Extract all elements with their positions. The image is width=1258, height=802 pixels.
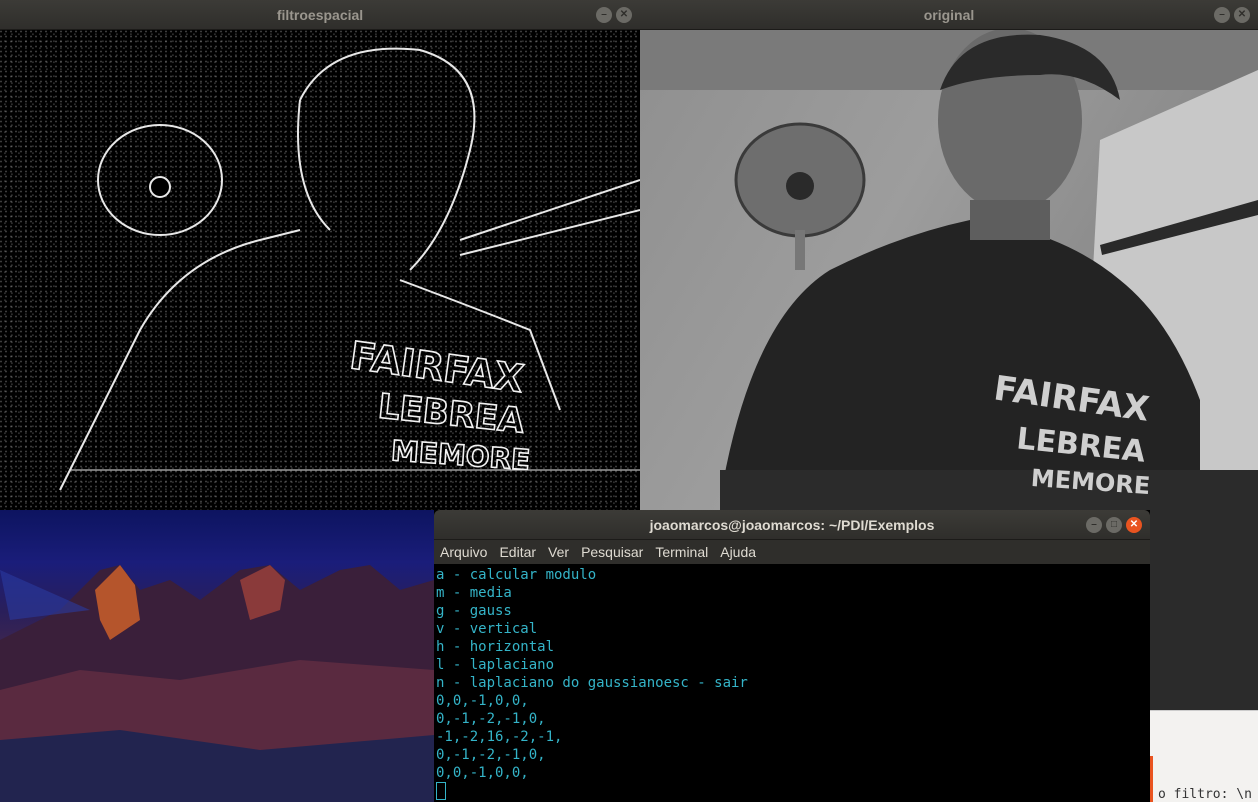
terminal-line: -1,-2,16,-2,-1,	[436, 729, 563, 745]
terminal-line: 0,-1,-2,-1,0,	[436, 711, 546, 727]
minimize-icon[interactable]: –	[1214, 7, 1230, 23]
background-editor-window[interactable]: o filtro: \n	[1150, 510, 1258, 802]
terminal-line: g - gauss	[436, 603, 512, 619]
original-window-title: original	[923, 6, 975, 23]
terminal-line: h - horizontal	[436, 639, 555, 655]
edge-outline: FAIRFAX LEBREA MEMORE	[59, 47, 640, 491]
maximize-icon[interactable]: □	[1106, 517, 1122, 533]
menu-arquivo[interactable]: Arquivo	[434, 544, 493, 560]
terminal-line: 0,-1,-2,-1,0,	[436, 747, 546, 763]
menu-pesquisar[interactable]: Pesquisar	[575, 544, 649, 560]
editor-code-snippet: o filtro: \n	[1158, 787, 1252, 802]
terminal-line: a - calcular modulo	[436, 567, 597, 583]
original-window: original – ✕ FAIRFAX LEBREA MEMORE	[640, 0, 1258, 510]
menu-terminal[interactable]: Terminal	[649, 544, 714, 560]
editor-accent-bar	[1150, 756, 1153, 802]
terminal-line: m - media	[436, 585, 512, 601]
filter-window: filtroespacial – ✕ FAIRFAX LEBREA MEMORE	[0, 0, 640, 510]
menu-ver[interactable]: Ver	[542, 544, 575, 560]
terminal-line: v - vertical	[436, 621, 538, 637]
terminal-title: joaomarcos@joaomarcos: ~/PDI/Exemplos	[649, 516, 935, 533]
terminal-line: 0,0,-1,0,0,	[436, 765, 529, 781]
menu-ajuda[interactable]: Ajuda	[714, 544, 762, 560]
terminal-prompt-line[interactable]	[436, 782, 1150, 800]
text-cursor	[436, 782, 446, 800]
terminal-line: n - laplaciano do gaussianoesc - sair	[436, 675, 748, 691]
minimize-icon[interactable]: –	[1086, 517, 1102, 533]
original-image: FAIRFAX LEBREA MEMORE	[640, 30, 1258, 510]
terminal-window: joaomarcos@joaomarcos: ~/PDI/Exemplos – …	[434, 510, 1150, 802]
terminal-menubar: Arquivo Editar Ver Pesquisar Terminal Aj…	[434, 540, 1150, 564]
filter-window-titlebar[interactable]: filtroespacial – ✕	[0, 0, 640, 30]
minimize-icon[interactable]: –	[596, 7, 612, 23]
filter-window-title: filtroespacial	[276, 6, 364, 23]
close-icon[interactable]: ✕	[1234, 7, 1250, 23]
shirt-text-1: FAIRFAX	[347, 333, 526, 401]
close-icon[interactable]: ✕	[616, 7, 632, 23]
terminal-titlebar[interactable]: joaomarcos@joaomarcos: ~/PDI/Exemplos – …	[434, 510, 1150, 540]
close-icon[interactable]: ✕	[1126, 517, 1142, 533]
terminal-line: 0,0,-1,0,0,	[436, 693, 529, 709]
terminal-line: l - laplaciano	[436, 657, 555, 673]
webcam-scene: FAIRFAX LEBREA MEMORE	[640, 30, 1258, 510]
terminal-output[interactable]: a - calcular modulo m - media g - gauss …	[434, 566, 1150, 802]
menu-editar[interactable]: Editar	[493, 544, 542, 560]
filtered-image: FAIRFAX LEBREA MEMORE	[0, 30, 640, 510]
original-window-titlebar[interactable]: original – ✕	[640, 0, 1258, 30]
